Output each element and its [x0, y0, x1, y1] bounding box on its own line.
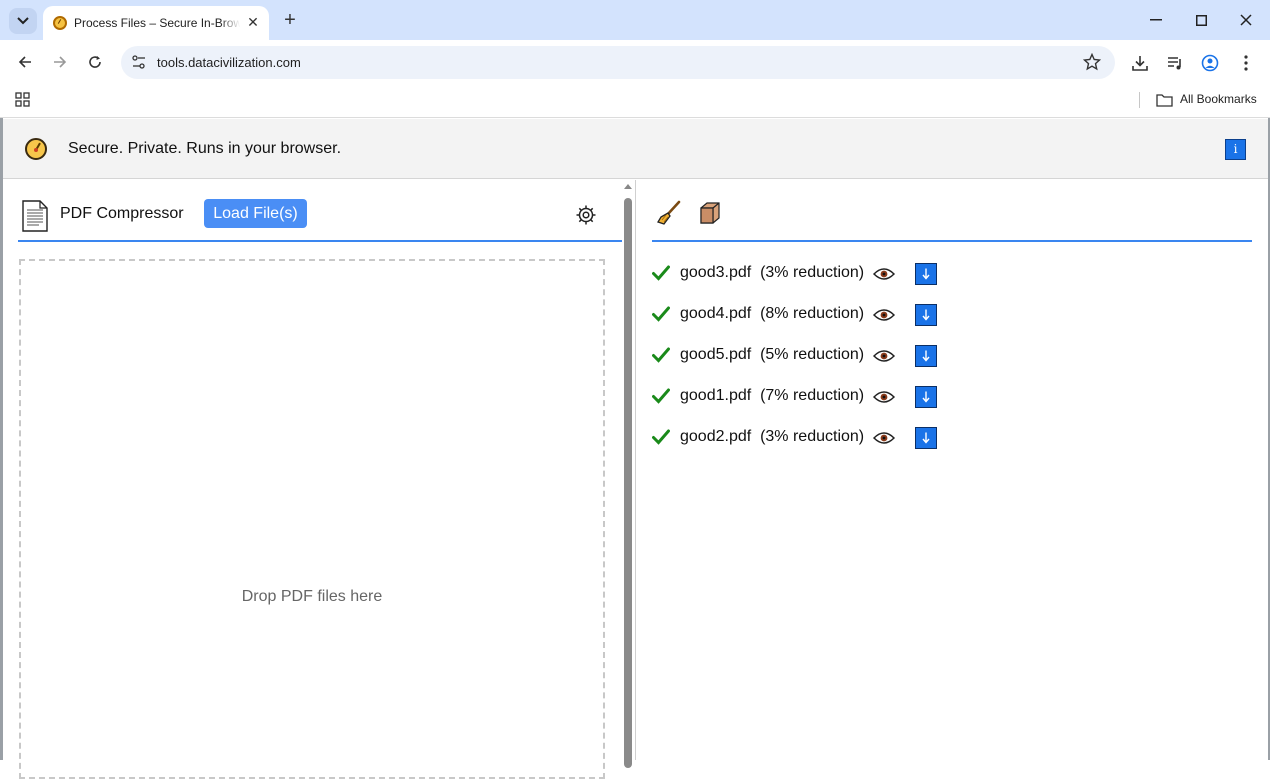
tab-search-button[interactable]	[9, 8, 37, 34]
forward-button[interactable]	[48, 50, 72, 74]
tab-strip: Process Files – Secure In-Browser ✕ +	[0, 0, 1270, 40]
file-name: good2.pdf	[680, 428, 752, 445]
file-result-text: good5.pdf (5% reduction)	[680, 346, 864, 364]
downloads-button[interactable]	[1129, 52, 1151, 74]
url-text: tools.datacivilization.com	[157, 55, 301, 70]
apps-grid-icon[interactable]	[15, 92, 30, 107]
reduction-status: (8% reduction)	[760, 305, 865, 322]
bookmarks-bar: All Bookmarks	[0, 84, 1270, 118]
results-divider	[652, 240, 1252, 242]
download-file-button[interactable]	[915, 263, 937, 285]
compass-icon	[25, 138, 47, 160]
pdf-drop-zone[interactable]: Drop PDF files here	[19, 259, 605, 779]
eye-icon[interactable]	[873, 349, 895, 363]
document-icon	[22, 200, 48, 232]
download-file-button[interactable]	[915, 304, 937, 326]
results-pane: good3.pdf (3% reduction) good4.pdf (8% re…	[636, 180, 1268, 760]
arrow-right-icon	[54, 56, 67, 68]
reduction-status: (3% reduction)	[760, 264, 865, 281]
bookmarks-separator	[1139, 92, 1140, 108]
media-controls-button[interactable]	[1164, 52, 1186, 74]
bookmark-star-icon[interactable]	[1083, 53, 1101, 71]
file-name: good1.pdf	[680, 387, 752, 404]
download-arrow-icon	[922, 350, 930, 362]
download-icon	[1132, 56, 1148, 71]
arrow-left-icon	[18, 56, 31, 68]
folder-icon	[1156, 94, 1173, 107]
file-name: good4.pdf	[680, 305, 752, 322]
tab-title: Process Files – Secure In-Browser	[74, 16, 240, 30]
maximize-icon	[1195, 14, 1207, 26]
site-settings-icon[interactable]	[131, 54, 147, 70]
gear-icon[interactable]	[575, 204, 597, 226]
banner-text: Secure. Private. Runs in your browser.	[68, 140, 342, 157]
file-result-text: good2.pdf (3% reduction)	[680, 428, 864, 446]
eye-icon[interactable]	[873, 308, 895, 322]
profile-button[interactable]	[1199, 52, 1221, 74]
checkmark-icon	[652, 265, 670, 281]
download-arrow-icon	[922, 309, 930, 321]
address-bar[interactable]: tools.datacivilization.com	[121, 46, 1115, 79]
download-arrow-icon	[922, 432, 930, 444]
pane-scrollbar[interactable]	[622, 180, 634, 768]
checkmark-icon	[652, 388, 670, 404]
reload-button[interactable]	[83, 50, 107, 74]
chevron-down-icon	[17, 17, 29, 25]
info-button[interactable]: i	[1225, 139, 1246, 160]
minimize-button[interactable]	[1141, 8, 1171, 32]
reduction-status: (7% reduction)	[760, 387, 865, 404]
checkmark-icon	[652, 306, 670, 322]
checkmark-icon	[652, 347, 670, 363]
minimize-icon	[1150, 19, 1162, 21]
queue-music-icon	[1168, 57, 1181, 70]
security-banner: Secure. Private. Runs in your browser. i	[3, 119, 1268, 179]
reduction-status: (3% reduction)	[760, 428, 865, 445]
close-icon	[1240, 14, 1252, 26]
all-bookmarks-link[interactable]: All Bookmarks	[1180, 92, 1257, 106]
reload-icon	[89, 56, 101, 68]
back-button[interactable]	[13, 50, 37, 74]
checkmark-icon	[652, 429, 670, 445]
close-window-button[interactable]	[1231, 8, 1261, 32]
box-icon[interactable]	[698, 201, 722, 225]
browser-tab[interactable]: Process Files – Secure In-Browser ✕	[43, 6, 269, 40]
download-file-button[interactable]	[915, 427, 937, 449]
load-files-button[interactable]: Load File(s)	[204, 199, 307, 228]
file-name: good5.pdf	[680, 346, 752, 363]
download-arrow-icon	[922, 268, 930, 280]
app-title: PDF Compressor	[60, 205, 184, 222]
eye-icon[interactable]	[873, 390, 895, 404]
file-result-text: good1.pdf (7% reduction)	[680, 387, 864, 405]
eye-icon[interactable]	[873, 431, 895, 445]
file-name: good3.pdf	[680, 264, 752, 281]
scroll-up-arrow-icon[interactable]	[624, 184, 632, 189]
download-file-button[interactable]	[915, 386, 937, 408]
tab-close-button[interactable]: ✕	[245, 14, 261, 30]
eye-icon[interactable]	[873, 267, 895, 281]
compass-icon	[53, 16, 67, 30]
web-page: Secure. Private. Runs in your browser. i…	[3, 119, 1268, 779]
drop-zone-label: Drop PDF files here	[241, 588, 383, 605]
more-vertical-icon	[1244, 55, 1248, 71]
header-divider	[18, 240, 622, 242]
reduction-status: (5% reduction)	[760, 346, 865, 363]
browser-toolbar: tools.datacivilization.com	[0, 40, 1270, 84]
browser-menu-button[interactable]	[1235, 52, 1257, 74]
maximize-button[interactable]	[1186, 8, 1216, 32]
compressor-pane: PDF Compressor Load File(s) Drop PDF fil…	[3, 180, 622, 779]
broom-icon[interactable]	[656, 200, 682, 226]
download-arrow-icon	[922, 391, 930, 403]
file-result-text: good3.pdf (3% reduction)	[680, 264, 864, 282]
profile-icon	[1201, 54, 1219, 72]
scrollbar-thumb[interactable]	[624, 198, 632, 768]
new-tab-button[interactable]: +	[279, 9, 301, 31]
file-result-text: good4.pdf (8% reduction)	[680, 305, 864, 323]
download-file-button[interactable]	[915, 345, 937, 367]
